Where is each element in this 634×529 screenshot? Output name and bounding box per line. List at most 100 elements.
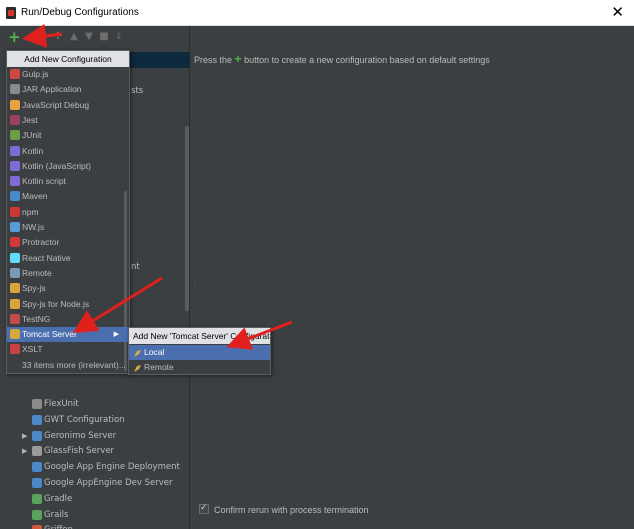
tree-fragment: nt (131, 262, 140, 272)
menu-item-testng[interactable]: TestNG (7, 312, 129, 327)
menu-item-kotlin[interactable]: Kotlin (7, 144, 129, 159)
menu-item-javascript-debug[interactable]: JavaScript Debug (7, 98, 129, 113)
menu-item-label: XSLT (22, 344, 43, 355)
settings-icon[interactable]: ✣ (52, 31, 64, 43)
tomcat-icon (133, 363, 142, 372)
menu-item-jar-application[interactable]: JAR Application (7, 82, 129, 97)
submenu-item-label: Remote (144, 362, 174, 372)
menu-item-label: TestNG (22, 313, 51, 324)
tomcat-submenu: Add New 'Tomcat Server' Configuration Lo… (128, 327, 271, 375)
tree-item-label: Grails (44, 509, 69, 520)
javascript-debug-icon (10, 99, 20, 110)
nw-js-icon (10, 222, 20, 232)
menu-item-remote[interactable]: Remote (7, 266, 129, 281)
submenu-item-local[interactable]: Local (129, 345, 270, 360)
kotlin-icon (10, 145, 20, 156)
folder-icon[interactable]: ■ (98, 31, 110, 43)
tree-item-flexunit[interactable]: FlexUnit (0, 396, 190, 412)
menu-item-react-native[interactable]: React Native (7, 251, 129, 266)
tree-item-google-app-engine-deployment[interactable]: Google App Engine Deployment (0, 459, 190, 475)
menu-item-spy-js-for-node-js[interactable]: Spy-js for Node.js (7, 297, 129, 312)
menu-item-kotlin-javascript[interactable]: Kotlin (JavaScript) (7, 159, 129, 174)
menu-item-xslt[interactable]: XSLT (7, 342, 129, 357)
expand-arrow-icon[interactable]: ▶ (22, 428, 27, 444)
grails-icon (32, 509, 42, 520)
menu-item-label: Remote (22, 267, 52, 278)
tree-item-label: GWT Configuration (44, 414, 125, 425)
protractor-icon (10, 237, 20, 248)
junit-icon (10, 130, 20, 141)
menu-item-gulp-js[interactable]: Gulp.js (7, 67, 129, 82)
close-icon[interactable]: ✕ (611, 3, 624, 21)
menu-item-protractor[interactable]: Protractor (7, 235, 129, 250)
menu-item-label: Kotlin (JavaScript) (22, 160, 91, 171)
confirm-rerun-label: Confirm rerun with process termination (214, 505, 369, 515)
menu-item-label: Spy-js (22, 283, 46, 294)
popup-header: Add New Configuration (7, 51, 129, 67)
menu-item-label: Tomcat Server (22, 329, 77, 340)
tree-item-label: Griffon (44, 522, 73, 529)
splitter-handle[interactable]: ⋮ (191, 281, 199, 290)
menu-item-spy-js[interactable]: Spy-js (7, 281, 129, 296)
menu-item-label: Kotlin script (22, 176, 66, 187)
kotlin-script-icon (10, 176, 20, 187)
menu-item-label: Jest (22, 114, 38, 125)
menu-item-33-items-more-irrelevant[interactable]: 33 items more (irrelevant)... (7, 358, 129, 373)
confirm-rerun-checkbox[interactable] (199, 502, 209, 514)
tree-item-grails[interactable]: Grails (0, 507, 190, 523)
tree-item-griffon[interactable]: Griffon (0, 522, 190, 529)
sort-icon[interactable]: ↓ (113, 31, 125, 43)
menu-item-label: JAR Application (22, 84, 82, 95)
menu-item-junit[interactable]: JUnit (7, 128, 129, 143)
tree-selected-row[interactable] (120, 52, 190, 68)
tree-item-gwt-configuration[interactable]: GWT Configuration (0, 412, 190, 428)
menu-item-label: Protractor (22, 237, 60, 248)
menu-item-label: Gulp.js (22, 69, 49, 79)
move-down-icon[interactable]: ▼ (83, 31, 95, 43)
submenu-item-remote[interactable]: Remote (129, 360, 270, 375)
app-icon (6, 7, 16, 19)
gradle-icon (32, 493, 42, 504)
copy-icon[interactable]: ▯ (38, 31, 50, 43)
tree-item-geronimo-server[interactable]: ▶ Geronimo Server (0, 428, 190, 444)
griffon-icon (32, 525, 42, 529)
menu-item-npm[interactable]: npm (7, 205, 129, 220)
menu-item-nw-js[interactable]: NW.js (7, 220, 129, 235)
menu-item-maven[interactable]: Maven (7, 189, 129, 204)
kotlin-javascript-icon (10, 160, 20, 171)
hint-text: Press the + button to create a new confi… (194, 52, 490, 66)
menu-item-label: npm (22, 206, 39, 217)
move-up-icon[interactable]: ▲ (68, 31, 80, 43)
tree-item-glassfish-server[interactable]: ▶ GlassFish Server (0, 443, 190, 459)
hint-prefix: Press the (194, 55, 233, 65)
spy-js-for-node-js-icon (10, 298, 20, 309)
xslt-icon (10, 344, 20, 355)
submenu-item-label: Local (144, 347, 165, 357)
google-appengine-dev-server-icon (32, 478, 42, 488)
menu-item-jest[interactable]: Jest (7, 113, 129, 128)
jest-icon (10, 114, 20, 125)
expand-arrow-icon[interactable]: ▶ (22, 443, 27, 459)
google-app-engine-deployment-icon (32, 462, 42, 473)
tree-fragment: sts (131, 86, 144, 96)
tree-item-gradle[interactable]: Gradle (0, 491, 190, 507)
gulp-js-icon (10, 69, 20, 79)
menu-item-label: Kotlin (22, 145, 44, 156)
add-icon[interactable]: + (8, 30, 21, 45)
tree-scrollbar[interactable] (185, 126, 189, 311)
tree-item-label: Gradle (44, 493, 73, 504)
menu-item-tomcat-server[interactable]: Tomcat Server ▶ (7, 327, 129, 343)
menu-item-label: React Native (22, 252, 71, 263)
config-detail-panel: Press the + button to create a new confi… (191, 26, 634, 529)
tomcat-icon (133, 348, 142, 357)
tree-item-google-appengine-dev-server[interactable]: Google AppEngine Dev Server (0, 475, 190, 491)
menu-item-label: Spy-js for Node.js (22, 298, 90, 309)
tree-toolbar: + ▯ ✣ ▲ ▼ ■ ↓ (0, 26, 190, 50)
confirm-rerun-option[interactable]: Confirm rerun with process termination (199, 502, 369, 515)
gwt-configuration-icon (32, 414, 42, 425)
spy-js-icon (10, 283, 20, 294)
submenu-arrow-icon: ▶ (113, 331, 119, 339)
remote-icon (10, 267, 20, 278)
menu-item-kotlin-script[interactable]: Kotlin script (7, 174, 129, 189)
react-native-icon (10, 252, 20, 263)
